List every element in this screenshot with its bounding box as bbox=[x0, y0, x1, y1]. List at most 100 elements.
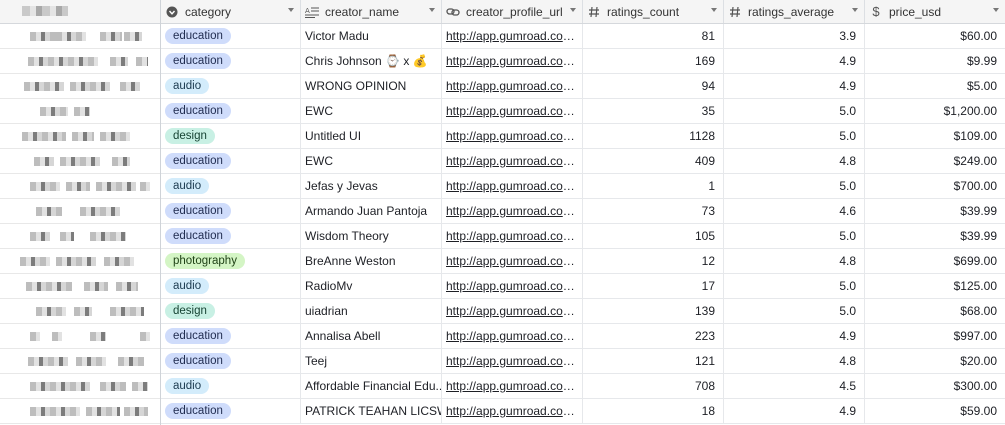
cell-category[interactable]: education bbox=[161, 399, 301, 423]
cell-category[interactable]: photography bbox=[161, 249, 301, 273]
cell-ratings-count[interactable]: 1 bbox=[583, 174, 724, 198]
frozen-row[interactable] bbox=[0, 249, 160, 274]
cell-category[interactable]: audio bbox=[161, 374, 301, 398]
cell-ratings-count[interactable]: 1128 bbox=[583, 124, 724, 148]
cell-ratings-average[interactable]: 4.9 bbox=[724, 49, 865, 73]
profile-link[interactable]: http://app.gumroad.com/... bbox=[446, 254, 578, 268]
cell-ratings-count[interactable]: 94 bbox=[583, 74, 724, 98]
chevron-down-icon[interactable] bbox=[429, 8, 435, 12]
cell-category[interactable]: education bbox=[161, 149, 301, 173]
table-row[interactable]: education EWC http://app.gumroad.com/...… bbox=[161, 99, 1005, 124]
cell-ratings-average[interactable]: 4.8 bbox=[724, 249, 865, 273]
profile-link[interactable]: http://app.gumroad.com/... bbox=[446, 154, 578, 168]
cell-ratings-count[interactable]: 708 bbox=[583, 374, 724, 398]
cell-ratings-average[interactable]: 3.9 bbox=[724, 24, 865, 48]
cell-creator-name[interactable]: Chris Johnson ⌚ x 💰 bbox=[301, 49, 442, 73]
cell-category[interactable]: design bbox=[161, 299, 301, 323]
cell-price-usd[interactable]: $39.99 bbox=[865, 199, 1005, 223]
chevron-down-icon[interactable] bbox=[711, 8, 717, 12]
cell-price-usd[interactable]: $249.00 bbox=[865, 149, 1005, 173]
profile-link[interactable]: http://app.gumroad.com/... bbox=[446, 379, 578, 393]
cell-category[interactable]: education bbox=[161, 224, 301, 248]
cell-ratings-count[interactable]: 121 bbox=[583, 349, 724, 373]
table-row[interactable]: education Armando Juan Pantoja http://ap… bbox=[161, 199, 1005, 224]
profile-link[interactable]: http://app.gumroad.com/... bbox=[446, 129, 578, 143]
cell-creator-name[interactable]: Teej bbox=[301, 349, 442, 373]
cell-category[interactable]: education bbox=[161, 49, 301, 73]
cell-category[interactable]: education bbox=[161, 349, 301, 373]
cell-ratings-average[interactable]: 4.6 bbox=[724, 199, 865, 223]
cell-price-usd[interactable]: $5.00 bbox=[865, 74, 1005, 98]
cell-category[interactable]: audio bbox=[161, 274, 301, 298]
cell-ratings-average[interactable]: 4.8 bbox=[724, 149, 865, 173]
frozen-row[interactable] bbox=[0, 399, 160, 424]
frozen-row[interactable] bbox=[0, 24, 160, 49]
cell-creator-profile-url[interactable]: http://app.gumroad.com/... bbox=[442, 374, 583, 398]
frozen-row[interactable] bbox=[0, 299, 160, 324]
cell-category[interactable]: audio bbox=[161, 174, 301, 198]
cell-creator-name[interactable]: EWC bbox=[301, 149, 442, 173]
cell-ratings-average[interactable]: 4.9 bbox=[724, 399, 865, 423]
cell-price-usd[interactable]: $20.00 bbox=[865, 349, 1005, 373]
frozen-row[interactable] bbox=[0, 349, 160, 374]
header-creator-name[interactable]: A creator_name bbox=[301, 0, 442, 23]
header-category[interactable]: category bbox=[161, 0, 301, 23]
cell-ratings-count[interactable]: 12 bbox=[583, 249, 724, 273]
cell-creator-name[interactable]: EWC bbox=[301, 99, 442, 123]
cell-creator-profile-url[interactable]: http://app.gumroad.com/... bbox=[442, 49, 583, 73]
cell-price-usd[interactable]: $699.00 bbox=[865, 249, 1005, 273]
cell-creator-profile-url[interactable]: http://app.gumroad.com/... bbox=[442, 399, 583, 423]
cell-creator-name[interactable]: Victor Madu bbox=[301, 24, 442, 48]
table-row[interactable]: education Chris Johnson ⌚ x 💰 http://app… bbox=[161, 49, 1005, 74]
table-row[interactable]: design uiadrian http://app.gumroad.com/.… bbox=[161, 299, 1005, 324]
profile-link[interactable]: http://app.gumroad.com/... bbox=[446, 179, 578, 193]
cell-creator-profile-url[interactable]: http://app.gumroad.com/... bbox=[442, 324, 583, 348]
cell-ratings-count[interactable]: 81 bbox=[583, 24, 724, 48]
header-price-usd[interactable]: $ price_usd bbox=[865, 0, 1005, 23]
table-row[interactable]: education EWC http://app.gumroad.com/...… bbox=[161, 149, 1005, 174]
cell-creator-profile-url[interactable]: http://app.gumroad.com/... bbox=[442, 224, 583, 248]
frozen-row[interactable] bbox=[0, 124, 160, 149]
cell-ratings-average[interactable]: 4.9 bbox=[724, 324, 865, 348]
cell-ratings-count[interactable]: 409 bbox=[583, 149, 724, 173]
cell-ratings-count[interactable]: 105 bbox=[583, 224, 724, 248]
profile-link[interactable]: http://app.gumroad.com/... bbox=[446, 354, 578, 368]
cell-creator-profile-url[interactable]: http://app.gumroad.com/... bbox=[442, 299, 583, 323]
cell-price-usd[interactable]: $9.99 bbox=[865, 49, 1005, 73]
table-row[interactable]: photography BreAnne Weston http://app.gu… bbox=[161, 249, 1005, 274]
profile-link[interactable]: http://app.gumroad.com/... bbox=[446, 79, 578, 93]
frozen-row[interactable] bbox=[0, 74, 160, 99]
cell-creator-profile-url[interactable]: http://app.gumroad.com/... bbox=[442, 149, 583, 173]
cell-ratings-count[interactable]: 73 bbox=[583, 199, 724, 223]
cell-ratings-average[interactable]: 5.0 bbox=[724, 99, 865, 123]
cell-category[interactable]: education bbox=[161, 99, 301, 123]
cell-creator-profile-url[interactable]: http://app.gumroad.com/... bbox=[442, 24, 583, 48]
table-row[interactable]: audio Jefas y Jevas http://app.gumroad.c… bbox=[161, 174, 1005, 199]
profile-link[interactable]: http://app.gumroad.com/... bbox=[446, 329, 578, 343]
table-row[interactable]: education Annalisa Abell http://app.gumr… bbox=[161, 324, 1005, 349]
table-row[interactable]: audio Affordable Financial Edu... http:/… bbox=[161, 374, 1005, 399]
cell-price-usd[interactable]: $39.99 bbox=[865, 224, 1005, 248]
cell-ratings-count[interactable]: 139 bbox=[583, 299, 724, 323]
cell-price-usd[interactable]: $59.00 bbox=[865, 399, 1005, 423]
cell-ratings-average[interactable]: 5.0 bbox=[724, 174, 865, 198]
cell-price-usd[interactable]: $60.00 bbox=[865, 24, 1005, 48]
frozen-header[interactable] bbox=[0, 0, 160, 24]
cell-creator-name[interactable]: PATRICK TEAHAN LICSW bbox=[301, 399, 442, 423]
cell-creator-name[interactable]: Annalisa Abell bbox=[301, 324, 442, 348]
cell-ratings-count[interactable]: 35 bbox=[583, 99, 724, 123]
frozen-row[interactable] bbox=[0, 224, 160, 249]
cell-creator-profile-url[interactable]: http://app.gumroad.com/... bbox=[442, 274, 583, 298]
frozen-row[interactable] bbox=[0, 99, 160, 124]
table-row[interactable]: audio WRONG OPINION http://app.gumroad.c… bbox=[161, 74, 1005, 99]
cell-creator-name[interactable]: Affordable Financial Edu... bbox=[301, 374, 442, 398]
chevron-down-icon[interactable] bbox=[570, 8, 576, 12]
cell-category[interactable]: education bbox=[161, 324, 301, 348]
cell-creator-name[interactable]: Untitled UI bbox=[301, 124, 442, 148]
profile-link[interactable]: http://app.gumroad.com/... bbox=[446, 229, 578, 243]
table-row[interactable]: education PATRICK TEAHAN LICSW http://ap… bbox=[161, 399, 1005, 424]
profile-link[interactable]: http://app.gumroad.com/... bbox=[446, 29, 578, 43]
cell-creator-name[interactable]: Wisdom Theory bbox=[301, 224, 442, 248]
frozen-row[interactable] bbox=[0, 324, 160, 349]
cell-creator-profile-url[interactable]: http://app.gumroad.com/... bbox=[442, 349, 583, 373]
